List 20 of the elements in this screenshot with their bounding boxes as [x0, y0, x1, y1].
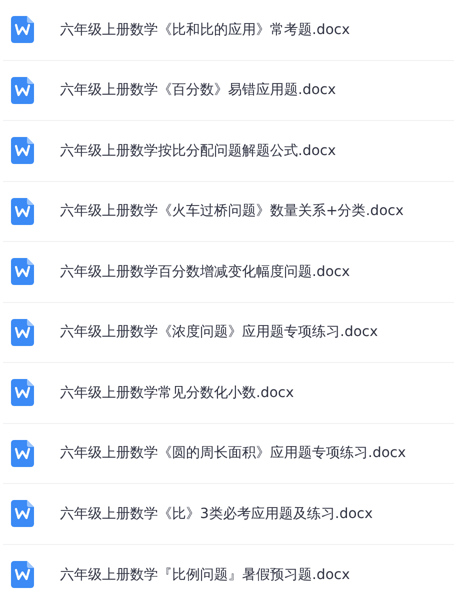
file-name[interactable]: 六年级上册数学『比例问题』暑假预习题.docx [60, 566, 350, 584]
file-name[interactable]: 六年级上册数学《比和比的应用》常考题.docx [60, 20, 350, 39]
word-document-icon [11, 76, 34, 104]
word-document-icon [11, 440, 34, 467]
file-name[interactable]: 六年级上册数学《浓度问题》应用题专项练习.docx [60, 323, 378, 342]
file-name[interactable]: 六年级上册数学《比》3类必考应用题及练习.docx [60, 504, 373, 523]
word-document-icon [11, 137, 34, 164]
file-name[interactable]: 六年级上册数学常见分数化小数.docx [60, 384, 294, 402]
word-document-icon [11, 500, 34, 528]
word-document-icon [11, 318, 34, 346]
word-document-icon [11, 258, 34, 286]
file-name[interactable]: 六年级上册数学按比分配问题解题公式.docx [60, 142, 336, 160]
word-document-icon [11, 379, 34, 406]
file-name[interactable]: 六年级上册数学百分数增减变化幅度问题.docx [60, 262, 350, 281]
file-name[interactable]: 六年级上册数学《火车过桥问题》数量关系+分类.docx [60, 202, 404, 220]
word-document-icon [11, 198, 34, 225]
word-document-icon [11, 16, 34, 44]
file-name[interactable]: 六年级上册数学《圆的周长面积》应用题专项练习.docx [60, 444, 406, 462]
word-document-icon [11, 561, 34, 588]
file-name[interactable]: 六年级上册数学《百分数》易错应用题.docx [60, 81, 336, 100]
